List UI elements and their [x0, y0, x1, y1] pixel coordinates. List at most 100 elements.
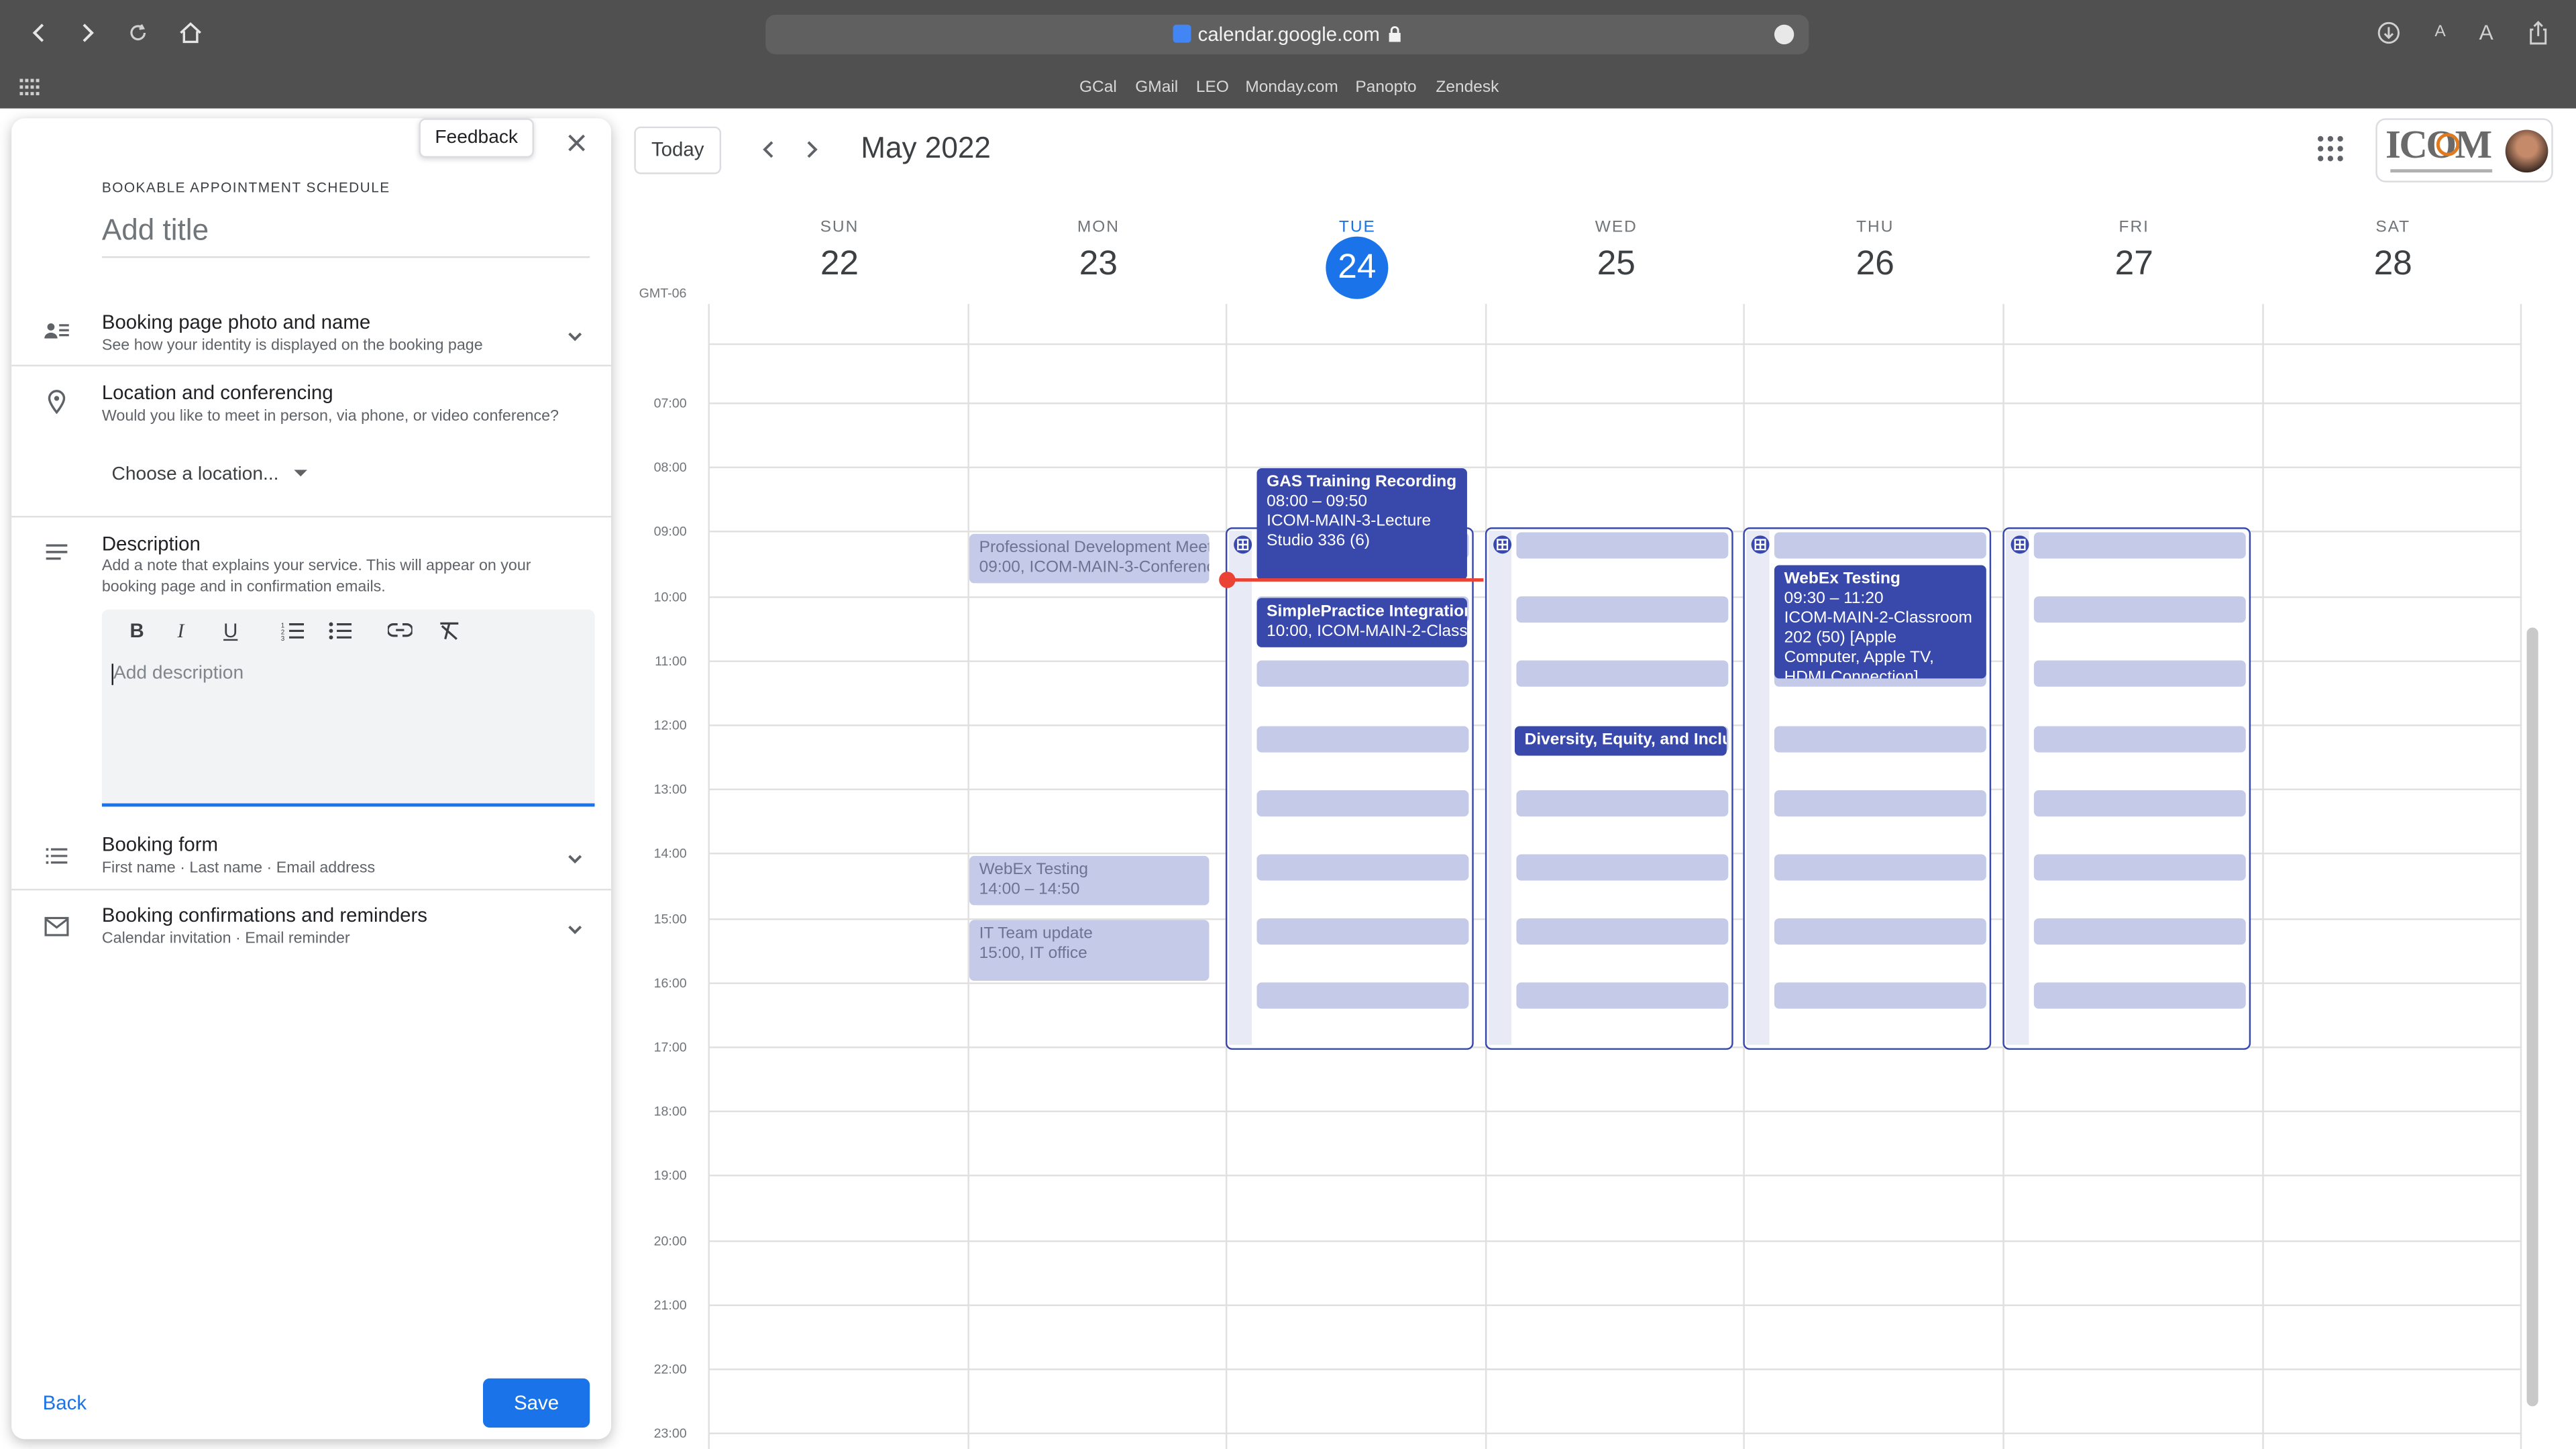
available-slot[interactable]	[1515, 854, 1728, 881]
event-it-team-update[interactable]: IT Team update 15:00, IT office	[969, 920, 1210, 981]
available-slot[interactable]	[2033, 596, 2246, 623]
event-simplepractice[interactable]: SimplePractice Integration 10:00, ICOM-M…	[1256, 598, 1467, 647]
bold-icon[interactable]: B	[129, 619, 144, 642]
home-icon[interactable]	[169, 11, 212, 54]
event-title: WebEx Testing	[979, 861, 1089, 879]
more-options-icon[interactable]	[1774, 24, 1794, 45]
underline-icon[interactable]: U	[223, 619, 237, 642]
bookmark-panopto[interactable]: Panopto	[1355, 79, 1416, 97]
hour-label: 18:00	[653, 1104, 687, 1120]
appointment-schedule-block[interactable]	[2002, 527, 2251, 1050]
calendar-favicon-icon	[1173, 24, 1191, 43]
day-of-week-label: MON	[1077, 218, 1120, 237]
day-number[interactable]: 25	[1487, 245, 1746, 284]
share-icon[interactable]	[2517, 11, 2560, 54]
chevron-down-icon[interactable]	[564, 325, 586, 348]
title-input[interactable]: Add title	[101, 213, 590, 258]
available-slot[interactable]	[1515, 983, 1728, 1010]
day-number[interactable]: 27	[2004, 245, 2264, 284]
previous-week-icon[interactable]	[757, 138, 780, 161]
save-button[interactable]: Save	[483, 1378, 590, 1428]
available-slot[interactable]	[1515, 790, 1728, 816]
chevron-down-icon[interactable]	[564, 918, 586, 941]
back-arrow-icon[interactable]	[18, 11, 61, 54]
calendar-scrollbar[interactable]	[2526, 627, 2538, 1407]
booking-photo-title[interactable]: Booking page photo and name	[102, 311, 370, 333]
available-slot[interactable]	[1256, 725, 1469, 752]
event-webex-testing-mon[interactable]: WebEx Testing 14:00 – 14:50	[969, 855, 1210, 906]
apps-grid-icon[interactable]	[2316, 135, 2345, 163]
text-smaller-button[interactable]: A	[2434, 23, 2445, 41]
chevron-down-icon[interactable]	[564, 848, 586, 871]
available-slot[interactable]	[1515, 596, 1728, 623]
bulleted-list-icon[interactable]	[329, 621, 352, 641]
available-slot[interactable]	[2033, 532, 2246, 559]
available-slot[interactable]	[2033, 661, 2246, 688]
numbered-list-icon[interactable]: 123	[281, 621, 305, 641]
location-title: Location and conferencing	[101, 381, 333, 405]
download-icon[interactable]	[2367, 11, 2410, 54]
available-slot[interactable]	[2033, 918, 2246, 945]
available-slot[interactable]	[1256, 661, 1469, 688]
bookmark-gmail[interactable]: GMail	[1135, 79, 1178, 97]
available-slot[interactable]	[1774, 918, 1987, 945]
location-select-value: Choose a location...	[111, 465, 279, 485]
day-number[interactable]: 28	[2263, 245, 2523, 284]
available-slot[interactable]	[1774, 983, 1987, 1010]
day-number-today[interactable]: 24	[1326, 236, 1389, 299]
event-detail: 09:30 – 11:20	[1784, 590, 1884, 608]
available-slot[interactable]	[1774, 790, 1987, 816]
clear-formatting-icon[interactable]	[439, 621, 460, 641]
feedback-button[interactable]: Feedback	[419, 118, 534, 158]
available-slot[interactable]	[2033, 854, 2246, 881]
avatar[interactable]	[2505, 129, 2548, 173]
appointment-schedule-block[interactable]	[1485, 527, 1733, 1050]
day-number[interactable]: 26	[1746, 245, 2005, 284]
available-slot[interactable]	[1774, 725, 1987, 752]
bookmarks-grid-icon[interactable]	[19, 78, 40, 96]
account-logo-badge[interactable]: ICOM	[2375, 118, 2553, 182]
day-number[interactable]: 22	[710, 245, 969, 284]
available-slot[interactable]	[1515, 918, 1728, 945]
booking-form-title[interactable]: Booking form	[102, 833, 218, 856]
event-diversity-equity-inclusion[interactable]: Diversity, Equity, and Inclusion	[1514, 726, 1727, 756]
confirmations-title[interactable]: Booking confirmations and reminders	[102, 904, 427, 926]
close-icon[interactable]	[565, 131, 588, 154]
forward-arrow-icon[interactable]	[66, 11, 109, 54]
event-gas-training[interactable]: GAS Training Recording 08:00 – 09:50 ICO…	[1256, 468, 1467, 580]
available-slot[interactable]	[1515, 661, 1728, 688]
available-slot[interactable]	[2033, 790, 2246, 816]
bookmark-gcal[interactable]: GCal	[1079, 79, 1117, 97]
available-slot[interactable]	[1256, 918, 1469, 945]
hour-gridline	[709, 466, 2522, 469]
bookmark-leo[interactable]: LEO	[1196, 79, 1229, 97]
reload-icon[interactable]	[117, 11, 160, 54]
available-slot[interactable]	[2033, 983, 2246, 1010]
bookmark-zendesk[interactable]: Zendesk	[1436, 79, 1499, 97]
available-slot[interactable]	[1256, 854, 1469, 881]
event-location: ICOM-MAIN-3-Lecture Studio 336 (6)	[1267, 513, 1432, 551]
bookmark-monday[interactable]: Monday.com	[1245, 79, 1338, 97]
italic-icon[interactable]: I	[177, 619, 184, 644]
available-slot[interactable]	[1774, 854, 1987, 881]
available-slot[interactable]	[1256, 983, 1469, 1010]
available-slot[interactable]	[1515, 532, 1728, 559]
appointment-schedule-panel: Feedback BOOKABLE APPOINTMENT SCHEDULE A…	[11, 118, 612, 1440]
description-editor[interactable]: B I U 123 Add description	[101, 609, 595, 807]
available-slot[interactable]	[2033, 725, 2246, 752]
day-number[interactable]: 23	[969, 245, 1228, 284]
link-icon[interactable]	[387, 623, 413, 637]
next-week-icon[interactable]	[800, 138, 823, 161]
lock-icon	[1388, 26, 1401, 42]
today-button[interactable]: Today	[634, 126, 722, 174]
event-webex-testing-thu[interactable]: WebEx Testing 09:30 – 11:20 ICOM-MAIN-2-…	[1774, 565, 1986, 679]
address-bar[interactable]: calendar.google.com	[765, 15, 1809, 54]
hour-gridline	[709, 1304, 2522, 1306]
available-slot[interactable]	[1774, 532, 1987, 559]
text-larger-button[interactable]: A	[2479, 19, 2493, 44]
day-of-week-label: SAT	[2375, 218, 2411, 237]
location-select[interactable]: Choose a location...	[112, 465, 307, 484]
event-professional-development[interactable]: Professional Development Meeting 09:00, …	[969, 533, 1210, 584]
back-button[interactable]: Back	[43, 1391, 87, 1414]
available-slot[interactable]	[1256, 790, 1469, 816]
